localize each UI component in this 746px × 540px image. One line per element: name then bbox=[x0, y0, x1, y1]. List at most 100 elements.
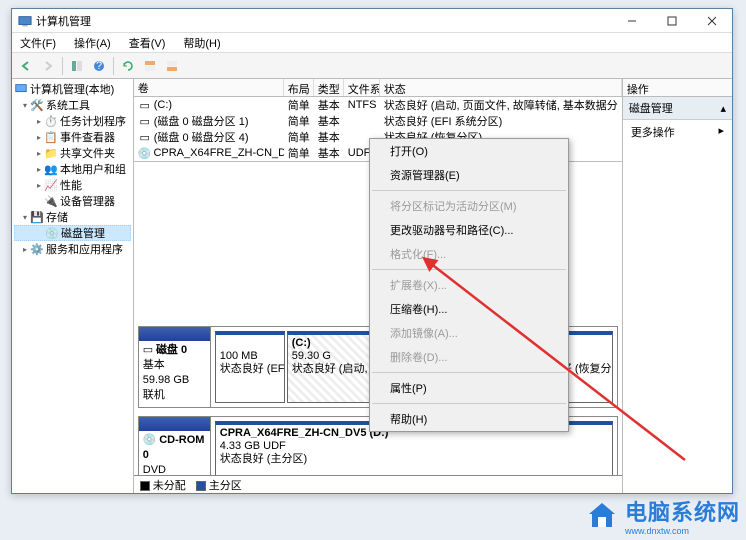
menu-action[interactable]: 操作(A) bbox=[70, 33, 115, 53]
ctx-change-drive-letter[interactable]: 更改驱动器号和路径(C)... bbox=[370, 218, 568, 242]
menu-view[interactable]: 查看(V) bbox=[125, 33, 170, 53]
tree-label: 事件查看器 bbox=[60, 129, 115, 145]
twisty-closed-icon[interactable]: ▸ bbox=[20, 245, 30, 254]
tree-label: 本地用户和组 bbox=[60, 161, 126, 177]
svg-text:?: ? bbox=[96, 60, 102, 72]
tree-performance[interactable]: ▸📈性能 bbox=[14, 177, 131, 193]
folder-icon: 📁 bbox=[44, 146, 58, 160]
part-size: 100 MB bbox=[220, 350, 258, 362]
refresh-button[interactable] bbox=[118, 56, 138, 76]
cell: 状态良好 (启动, 页面文件, 故障转储, 基本数据分 bbox=[380, 97, 622, 113]
tree-system-tools[interactable]: ▾🛠️系统工具 bbox=[14, 97, 131, 113]
col-volume[interactable]: 卷 bbox=[134, 79, 284, 96]
disk-icon: 💿 bbox=[45, 226, 59, 240]
col-type[interactable]: 类型 bbox=[314, 79, 344, 96]
volume-list-header: 卷 布局 类型 文件系统 状态 bbox=[134, 79, 622, 97]
chevron-right-icon: ▸ bbox=[718, 124, 724, 140]
ctx-add-mirror: 添加镜像(A)... bbox=[370, 321, 568, 345]
volume-row[interactable]: ▭(C:) 简单 基本 NTFS 状态良好 (启动, 页面文件, 故障转储, 基… bbox=[134, 97, 622, 113]
twisty-open-icon[interactable]: ▾ bbox=[20, 213, 30, 222]
col-layout[interactable]: 布局 bbox=[284, 79, 314, 96]
view-bottom-button[interactable] bbox=[162, 56, 182, 76]
twisty-closed-icon[interactable]: ▸ bbox=[34, 117, 44, 126]
ctx-explorer[interactable]: 资源管理器(E) bbox=[370, 163, 568, 187]
scheduler-icon: ⏱️ bbox=[44, 114, 58, 128]
watermark-logo: 电脑系统网 www.dnxtw.com bbox=[585, 495, 740, 536]
actions-sub-label: 磁盘管理 bbox=[629, 100, 673, 116]
toolbar: ? bbox=[12, 53, 732, 79]
tree-services-apps[interactable]: ▸⚙️服务和应用程序 bbox=[14, 241, 131, 257]
ctx-mark-active: 将分区标记为活动分区(M) bbox=[370, 194, 568, 218]
tree-label: 共享文件夹 bbox=[60, 145, 115, 161]
tree-event-viewer[interactable]: ▸📋事件查看器 bbox=[14, 129, 131, 145]
tree-root[interactable]: 计算机管理(本地) bbox=[14, 81, 131, 97]
show-hide-tree-button[interactable] bbox=[67, 56, 87, 76]
ctx-open[interactable]: 打开(O) bbox=[370, 139, 568, 163]
menu-file[interactable]: 文件(F) bbox=[16, 33, 60, 53]
tree-task-scheduler[interactable]: ▸⏱️任务计划程序 bbox=[14, 113, 131, 129]
actions-header: 操作 bbox=[623, 79, 732, 97]
users-icon: 👥 bbox=[44, 162, 58, 176]
twisty-open-icon[interactable]: ▾ bbox=[20, 101, 30, 110]
part-status: 状态良好 (EFI bbox=[220, 363, 285, 375]
storage-icon: 💾 bbox=[30, 210, 44, 224]
cell: (C:) bbox=[154, 99, 172, 111]
ctx-extend: 扩展卷(X)... bbox=[370, 273, 568, 297]
maximize-button[interactable] bbox=[652, 9, 692, 33]
tree-label: 服务和应用程序 bbox=[46, 241, 123, 257]
disk-name: 磁盘 0 bbox=[156, 344, 187, 356]
volume-row[interactable]: ▭(磁盘 0 磁盘分区 1) 简单 基本 状态良好 (EFI 系统分区) bbox=[134, 113, 622, 129]
menubar: 文件(F) 操作(A) 查看(V) 帮助(H) bbox=[12, 33, 732, 53]
ctx-properties[interactable]: 属性(P) bbox=[370, 376, 568, 400]
tree-device-manager[interactable]: 🔌设备管理器 bbox=[14, 193, 131, 209]
help-button[interactable]: ? bbox=[89, 56, 109, 76]
actions-sub-disk-mgmt[interactable]: 磁盘管理▴ bbox=[623, 97, 732, 120]
disk-type: DVD bbox=[143, 464, 166, 475]
console-tree[interactable]: 计算机管理(本地) ▾🛠️系统工具 ▸⏱️任务计划程序 ▸📋事件查看器 ▸📁共享… bbox=[12, 79, 134, 493]
app-icon bbox=[18, 14, 32, 28]
menu-help[interactable]: 帮助(H) bbox=[179, 33, 224, 53]
ctx-shrink[interactable]: 压缩卷(H)... bbox=[370, 297, 568, 321]
cell: (磁盘 0 磁盘分区 1) bbox=[154, 113, 249, 129]
actions-more[interactable]: 更多操作 ▸ bbox=[623, 120, 732, 144]
cell: CPRA_X64FRE_ZH-CN_DV5 (D:) bbox=[153, 147, 283, 159]
house-icon bbox=[585, 499, 619, 533]
actions-more-label: 更多操作 bbox=[631, 124, 675, 140]
view-top-button[interactable] bbox=[140, 56, 160, 76]
twisty-closed-icon[interactable]: ▸ bbox=[34, 149, 44, 158]
volume-context-menu[interactable]: 打开(O) 资源管理器(E) 将分区标记为活动分区(M) 更改驱动器号和路径(C… bbox=[369, 138, 569, 432]
tools-icon: 🛠️ bbox=[30, 98, 44, 112]
tree-label: 任务计划程序 bbox=[60, 113, 126, 129]
cdrom-icon: 💿 bbox=[138, 146, 152, 160]
partition-efi[interactable]: 100 MB 状态良好 (EFI bbox=[215, 331, 285, 403]
forward-button[interactable] bbox=[38, 56, 58, 76]
disk-state: 联机 bbox=[143, 389, 165, 401]
legend-swatch-primary bbox=[196, 481, 206, 491]
event-icon: 📋 bbox=[44, 130, 58, 144]
tree-shared-folders[interactable]: ▸📁共享文件夹 bbox=[14, 145, 131, 161]
back-button[interactable] bbox=[16, 56, 36, 76]
volume-icon: ▭ bbox=[138, 98, 152, 112]
disk-type: 基本 bbox=[143, 359, 165, 371]
tree-disk-management[interactable]: 💿磁盘管理 bbox=[14, 225, 131, 241]
cdrom-0-info: 💿 CD-ROM 0 DVD 4.33 GB 联机 bbox=[139, 417, 211, 475]
cell: 状态良好 (EFI 系统分区) bbox=[380, 113, 622, 129]
disk-size: 59.98 GB bbox=[143, 374, 189, 386]
cell: (磁盘 0 磁盘分区 4) bbox=[154, 129, 249, 145]
ctx-delete: 删除卷(D)... bbox=[370, 345, 568, 369]
actions-pane: 操作 磁盘管理▴ 更多操作 ▸ bbox=[623, 79, 732, 493]
twisty-closed-icon[interactable]: ▸ bbox=[34, 165, 44, 174]
close-button[interactable] bbox=[692, 9, 732, 33]
tree-storage[interactable]: ▾💾存储 bbox=[14, 209, 131, 225]
legend-swatch-unallocated bbox=[140, 481, 150, 491]
tree-label: 存储 bbox=[46, 209, 68, 225]
col-status[interactable]: 状态 bbox=[380, 79, 622, 96]
col-filesystem[interactable]: 文件系统 bbox=[344, 79, 380, 96]
minimize-button[interactable] bbox=[612, 9, 652, 33]
tree-local-users[interactable]: ▸👥本地用户和组 bbox=[14, 161, 131, 177]
ctx-help[interactable]: 帮助(H) bbox=[370, 407, 568, 431]
logo-url: www.dnxtw.com bbox=[625, 527, 740, 536]
twisty-closed-icon[interactable]: ▸ bbox=[34, 181, 44, 190]
twisty-closed-icon[interactable]: ▸ bbox=[34, 133, 44, 142]
titlebar[interactable]: 计算机管理 bbox=[12, 9, 732, 33]
